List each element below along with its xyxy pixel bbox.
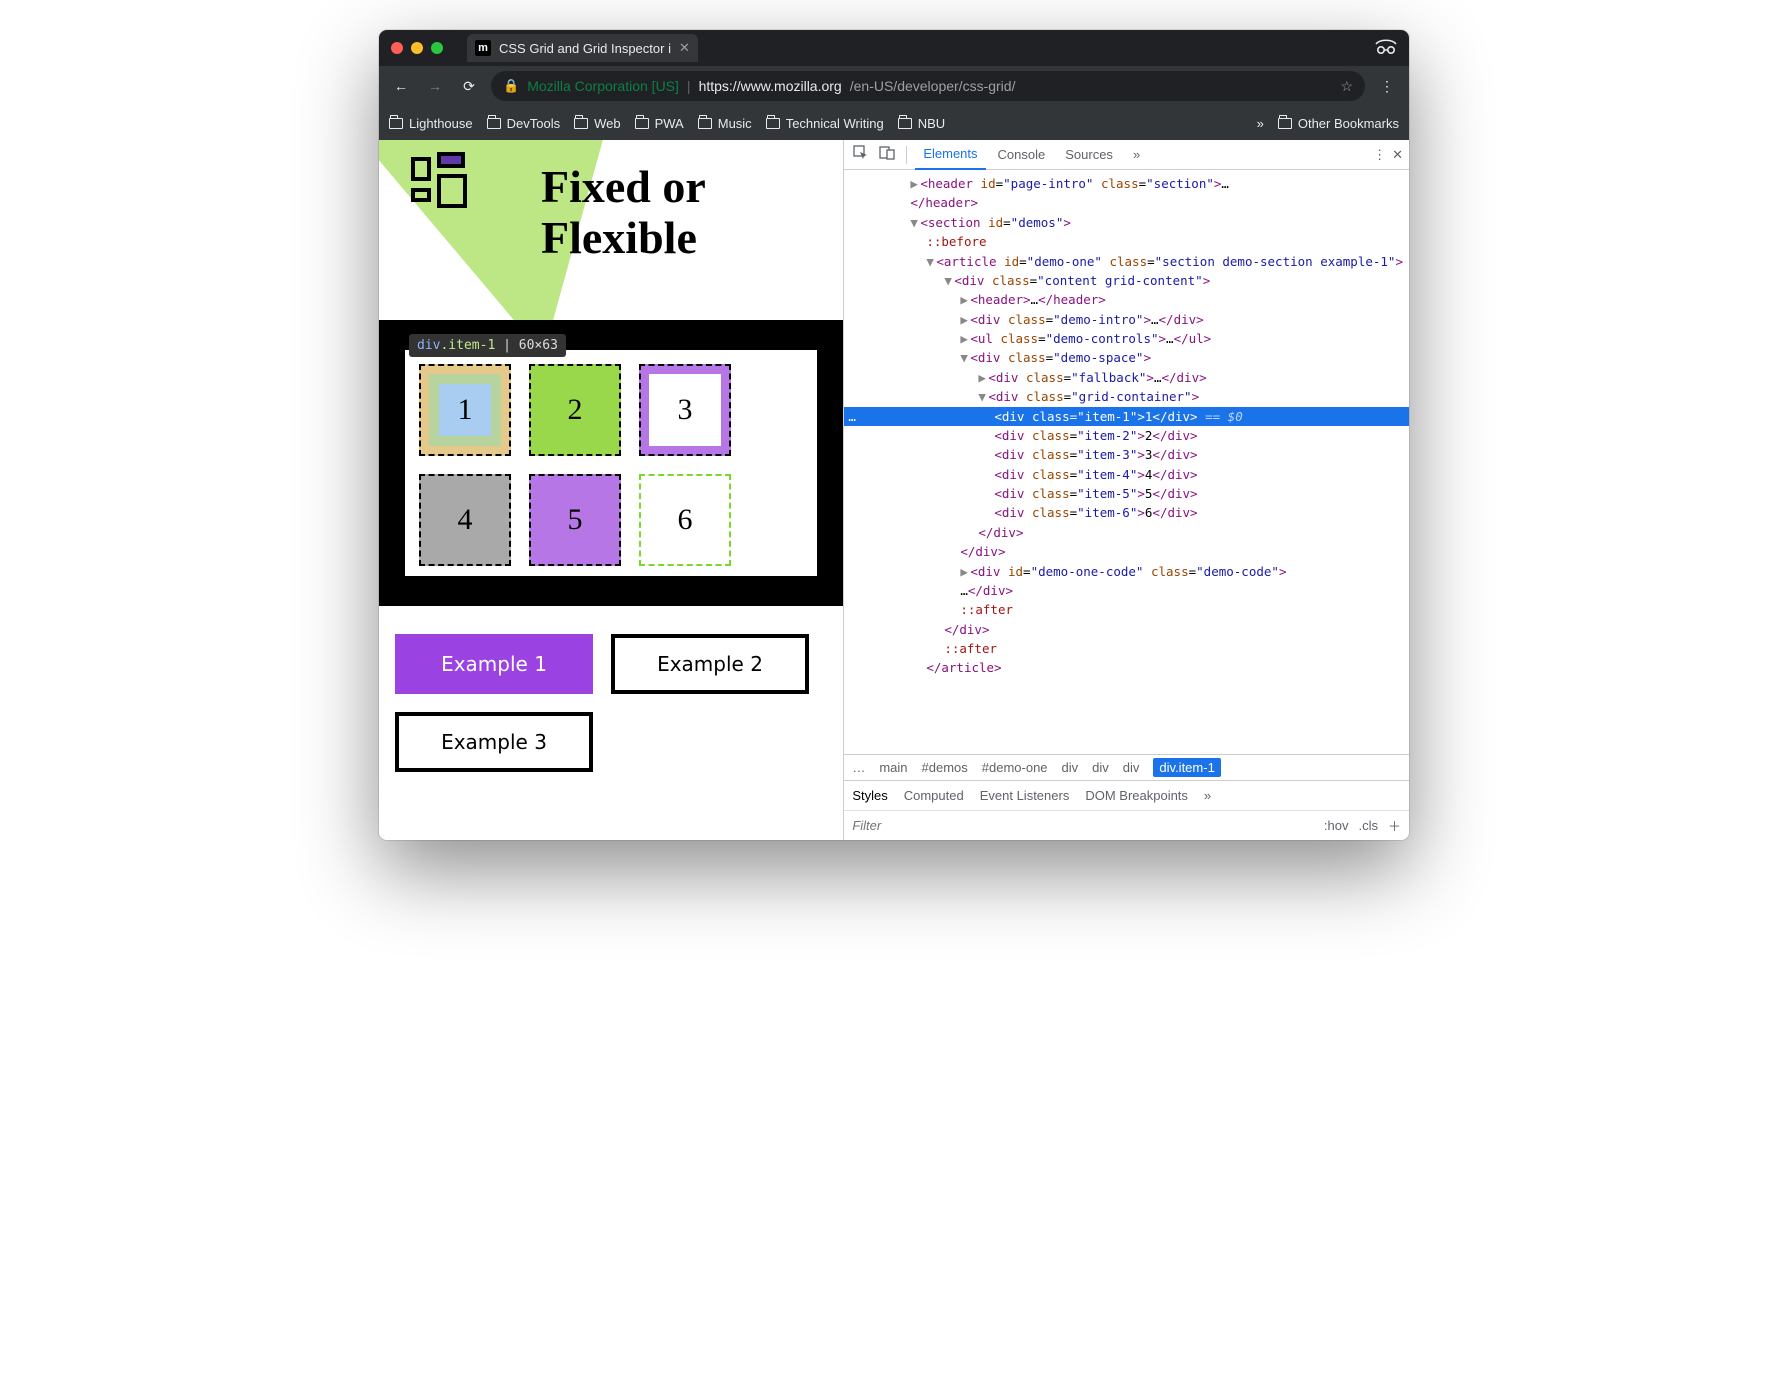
tabs-overflow-icon[interactable]: » bbox=[1125, 140, 1148, 170]
bookmark-folder[interactable]: Web bbox=[574, 116, 621, 131]
device-toggle-icon[interactable] bbox=[876, 145, 898, 164]
styles-overflow-icon[interactable]: » bbox=[1204, 788, 1211, 803]
grid-item-5[interactable]: 5 bbox=[529, 474, 621, 566]
forward-button[interactable]: → bbox=[423, 74, 447, 98]
inspector-tooltip: div.item-1 | 60×63 bbox=[409, 334, 566, 357]
tab-event-listeners[interactable]: Event Listeners bbox=[980, 788, 1070, 803]
grid-item-2[interactable]: 2 bbox=[529, 364, 621, 456]
tab-styles[interactable]: Styles bbox=[852, 788, 887, 803]
grid-item-3[interactable]: 3 bbox=[639, 364, 731, 456]
styles-tabs: Styles Computed Event Listeners DOM Brea… bbox=[844, 780, 1409, 810]
reload-button[interactable]: ⟳ bbox=[457, 74, 481, 98]
page-hero: Fixed or Flexible bbox=[379, 140, 843, 320]
tab-console[interactable]: Console bbox=[990, 140, 1054, 170]
tab-sources[interactable]: Sources bbox=[1057, 140, 1121, 170]
crumb[interactable]: #demo-one bbox=[982, 760, 1048, 775]
example-1-button[interactable]: Example 1 bbox=[395, 634, 593, 694]
dom-row-selected[interactable]: …<div class="item-1">1</div> == $0 bbox=[844, 407, 1409, 426]
devtools-tabs: Elements Console Sources » ⋮ ✕ bbox=[844, 140, 1409, 170]
crumb[interactable]: div bbox=[1123, 760, 1140, 775]
hov-toggle[interactable]: :hov bbox=[1324, 818, 1349, 833]
nav-toolbar: ← → ⟳ 🔒 Mozilla Corporation [US] | https… bbox=[379, 66, 1409, 106]
tab-elements[interactable]: Elements bbox=[915, 140, 985, 170]
bookmark-folder[interactable]: Music bbox=[698, 116, 752, 131]
example-3-button[interactable]: Example 3 bbox=[395, 712, 593, 772]
bookmark-folder[interactable]: Lighthouse bbox=[389, 116, 473, 131]
styles-filter-row: :hov .cls ＋ bbox=[844, 810, 1409, 840]
devtools-panel: Elements Console Sources » ⋮ ✕ ▶<header … bbox=[843, 140, 1409, 840]
crumb[interactable]: div bbox=[1092, 760, 1109, 775]
tab-computed[interactable]: Computed bbox=[904, 788, 964, 803]
examples-row: Example 1 Example 2 Example 3 bbox=[379, 606, 843, 792]
ev-cert-name: Mozilla Corporation [US] bbox=[527, 78, 679, 94]
bookmark-folder[interactable]: Technical Writing bbox=[766, 116, 884, 131]
devtools-close-icon[interactable]: ✕ bbox=[1392, 147, 1403, 163]
favicon-icon: m bbox=[475, 40, 491, 56]
bookmark-star-icon[interactable]: ☆ bbox=[1340, 78, 1353, 95]
breadcrumb-path: … main #demos #demo-one div div div div.… bbox=[844, 754, 1409, 780]
crumb[interactable]: main bbox=[879, 760, 907, 775]
bookmark-folder[interactable]: DevTools bbox=[487, 116, 560, 131]
content-split: Fixed or Flexible div.item-1 | 60×63 1 2… bbox=[379, 140, 1409, 840]
crumb-selected[interactable]: div.item-1 bbox=[1153, 758, 1220, 777]
grid-container: 1 2 3 4 5 6 bbox=[405, 350, 817, 576]
new-style-rule-icon[interactable]: ＋ bbox=[1388, 816, 1401, 835]
url-path: /en-US/developer/css-grid/ bbox=[850, 78, 1016, 94]
address-bar[interactable]: 🔒 Mozilla Corporation [US] | https://www… bbox=[491, 71, 1365, 101]
browser-window: m CSS Grid and Grid Inspector i ✕ ← → ⟳ … bbox=[379, 30, 1409, 840]
traffic-lights bbox=[391, 42, 443, 54]
bookmark-folder[interactable]: NBU bbox=[898, 116, 945, 131]
close-window-icon[interactable] bbox=[391, 42, 403, 54]
close-tab-icon[interactable]: ✕ bbox=[679, 40, 690, 56]
styles-filter-input[interactable] bbox=[852, 818, 1314, 833]
browser-tab[interactable]: m CSS Grid and Grid Inspector i ✕ bbox=[467, 34, 698, 62]
tab-title: CSS Grid and Grid Inspector i bbox=[499, 41, 671, 56]
menu-button[interactable]: ⋮ bbox=[1375, 74, 1399, 98]
grid-item-6[interactable]: 6 bbox=[639, 474, 731, 566]
other-bookmarks-folder[interactable]: Other Bookmarks bbox=[1278, 116, 1399, 131]
tab-dom-breakpoints[interactable]: DOM Breakpoints bbox=[1085, 788, 1188, 803]
incognito-icon bbox=[1375, 39, 1397, 58]
bookmark-folder[interactable]: PWA bbox=[635, 116, 684, 131]
minimize-window-icon[interactable] bbox=[411, 42, 423, 54]
overflow-chevron-icon[interactable]: » bbox=[1257, 116, 1264, 131]
bookmarks-bar: Lighthouse DevTools Web PWA Music Techni… bbox=[379, 106, 1409, 140]
dom-tree[interactable]: ▶<header id="page-intro" class="section"… bbox=[844, 170, 1409, 754]
example-2-button[interactable]: Example 2 bbox=[611, 634, 809, 694]
demo-space: 1 2 3 4 5 6 bbox=[379, 320, 843, 606]
titlebar: m CSS Grid and Grid Inspector i ✕ bbox=[379, 30, 1409, 66]
back-button[interactable]: ← bbox=[389, 74, 413, 98]
grid-item-4[interactable]: 4 bbox=[419, 474, 511, 566]
url-host: https://www.mozilla.org bbox=[699, 78, 842, 94]
maximize-window-icon[interactable] bbox=[431, 42, 443, 54]
grid-item-1[interactable]: 1 bbox=[419, 364, 511, 456]
grid-logo-icon bbox=[411, 152, 471, 214]
crumb[interactable]: … bbox=[852, 760, 865, 775]
crumb[interactable]: #demos bbox=[922, 760, 968, 775]
cls-toggle[interactable]: .cls bbox=[1358, 818, 1378, 833]
devtools-menu-icon[interactable]: ⋮ bbox=[1373, 147, 1386, 163]
page-title: Fixed or Flexible bbox=[541, 162, 843, 263]
lock-icon: 🔒 bbox=[503, 78, 519, 94]
page-viewport: Fixed or Flexible div.item-1 | 60×63 1 2… bbox=[379, 140, 843, 840]
inspect-icon[interactable] bbox=[850, 145, 872, 164]
crumb[interactable]: div bbox=[1062, 760, 1079, 775]
